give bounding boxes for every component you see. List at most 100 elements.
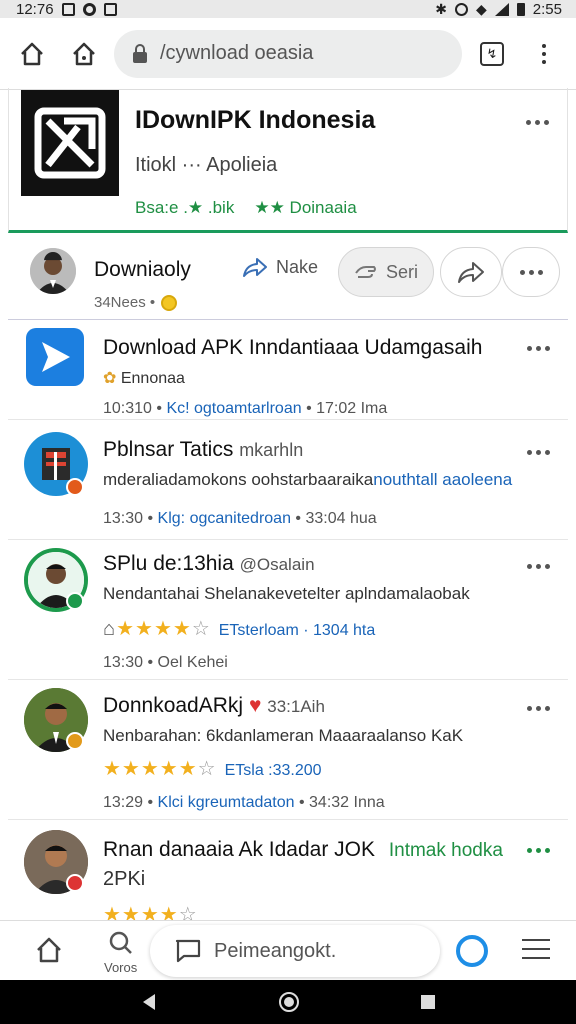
badge-icon (66, 874, 84, 892)
item-extra: 17:02 Ima (316, 400, 388, 417)
author-meta: 34Nees • (94, 294, 178, 311)
avatar[interactable] (30, 248, 76, 294)
badge-icon (66, 478, 84, 496)
home-alt-button[interactable] (62, 32, 106, 76)
app-tags: Bsa:e .★ .bik ★★ Doinaaia (135, 198, 357, 218)
item-link[interactable]: Klci kgreumtadaton (158, 794, 295, 811)
status-time: 12:76 (16, 0, 54, 18)
item-title-text: DonnkoadARkj (103, 694, 244, 717)
compose-placeholder: Peimeangokt. (214, 939, 337, 962)
home-icon (37, 937, 61, 963)
item-title-link[interactable]: Intmak hodka (389, 840, 503, 861)
home-icon (21, 42, 43, 65)
overflow-menu-icon (534, 43, 554, 64)
rating-label: ETsla :33.200 (224, 762, 322, 779)
bottom-home-button[interactable] (34, 935, 64, 970)
person-icon (30, 248, 76, 294)
app-icon (26, 328, 84, 386)
url-bar[interactable]: /cywnload oeasia (114, 29, 462, 78)
data-icon (82, 2, 96, 16)
item-title-text: Rnan danaaia Ak Idadar JOK (103, 838, 376, 861)
search-icon (109, 931, 132, 954)
status-left: 12:76 (16, 1, 117, 18)
badge-icon (66, 592, 84, 610)
status-bar: 12:76 ✱ ◆ 2:55 (0, 0, 576, 18)
back-icon[interactable] (139, 992, 159, 1012)
item-title: DonnkoadARkj ♥ 33:1Aih (103, 694, 325, 718)
item-title: SPlu de:13hia @Osalain (103, 552, 315, 576)
make-label: Nake (276, 256, 319, 277)
home-circle-icon[interactable] (278, 991, 300, 1013)
author-meta-text: 34Nees • (94, 294, 156, 311)
header-more-icon[interactable] (526, 120, 549, 125)
item-meta: 13:30 • Oel Kehei (103, 654, 228, 671)
battery-icon (516, 2, 525, 16)
status-right: ✱ ◆ 2:55 (435, 1, 562, 18)
item-more-icon[interactable] (527, 346, 550, 351)
badge-icon (66, 732, 84, 750)
emoji-icon: ✿ (103, 370, 117, 387)
browser-toolbar: /cywnload oeasia ↯ (0, 18, 576, 90)
notification-icon (103, 2, 117, 16)
item-more-icon[interactable] (527, 564, 550, 569)
wifi-icon: ◆ (476, 0, 487, 17)
compose-input[interactable]: Peimeangokt. (150, 925, 440, 977)
send-button[interactable]: Seri (338, 247, 434, 297)
refresh-icon[interactable] (456, 935, 488, 967)
home-button[interactable] (10, 32, 54, 76)
app-tag-right[interactable]: ★★ Doinaaia (254, 198, 356, 218)
item-subtitle: 2PKi (103, 868, 146, 890)
bluetooth-icon: ✱ (435, 0, 448, 17)
list-item[interactable]: Download APK Inndantiaaa Udamgasaih ✿ En… (8, 320, 568, 420)
item-subtitle: Nendantahai Shelanakevetelter aplndamala… (103, 584, 470, 603)
list-item[interactable]: DonnkoadARkj ♥ 33:1Aih Nenbarahan: 6kdan… (8, 680, 568, 820)
item-subtitle-link[interactable]: nouthtall aaoleena (373, 470, 512, 489)
app-tag-left[interactable]: Bsa:e .★ .bik (135, 198, 234, 218)
sim-icon (61, 2, 75, 16)
item-time: 13:30 (103, 654, 144, 671)
app-logo[interactable] (21, 90, 119, 196)
item-more-icon[interactable] (527, 848, 550, 853)
star-rating: ⌂★★★★☆ ETsterloam · 1304 hta (103, 618, 376, 640)
author-row: Downiaoly 34Nees • Nake Seri (8, 240, 568, 320)
item-extra: Oel Kehei (157, 654, 228, 671)
tabs-button[interactable]: ↯ (470, 32, 514, 76)
item-more-icon[interactable] (527, 706, 550, 711)
item-time: 13:30 (103, 510, 144, 527)
item-title-tail: mkarhln (239, 440, 304, 460)
overflow-menu-button[interactable] (522, 32, 566, 76)
coin-icon (161, 294, 178, 311)
app-header-card: IDownIPK Indonesia Itiokl ··· Apolieia B… (8, 88, 568, 233)
item-time: 10:310 (103, 400, 152, 417)
item-meta: 13:29 • Klci kgreumtadaton • 34:32 Inna (103, 794, 385, 811)
item-subtitle-text: mderaliadamokons oohstarbaaraika (103, 470, 374, 489)
item-title-text: Pblnsar Tatics (103, 438, 234, 461)
home-alt-icon (73, 42, 95, 65)
menu-icon[interactable] (522, 939, 550, 959)
play-arrow-icon (42, 342, 70, 372)
item-link[interactable]: Klg: ogcanitedroan (158, 510, 291, 527)
item-link[interactable]: Kc! ogtoamtarlroan (166, 400, 301, 417)
recents-icon[interactable] (419, 993, 437, 1011)
lock-icon (133, 43, 147, 63)
make-button[interactable]: Nake (242, 256, 318, 278)
item-extra: 33:04 hua (305, 510, 377, 527)
bottom-search-button[interactable]: Voros (104, 929, 137, 975)
feed-list: Download APK Inndantiaaa Udamgasaih ✿ En… (8, 320, 568, 920)
author-name[interactable]: Downiaoly (94, 258, 191, 282)
share-button[interactable] (440, 247, 502, 297)
item-meta: 10:310 • Kc! ogtoamtarlroan • 17:02 Ima (103, 400, 388, 417)
list-item[interactable]: Rnan danaaia Ak Idadar JOK Intmak hodka … (8, 820, 568, 920)
item-title-tail: 33:1Aih (267, 697, 325, 716)
tabs-icon: ↯ (480, 41, 504, 66)
item-title: Pblnsar Tatics mkarhln (103, 438, 303, 462)
more-button[interactable] (502, 247, 560, 297)
bottom-search-label: Voros (104, 960, 138, 975)
flame-icon: ♥ (248, 694, 262, 717)
item-more-icon[interactable] (527, 450, 550, 455)
signal-icon (494, 2, 509, 16)
item-title-tail: @Osalain (239, 555, 315, 574)
list-item[interactable]: Pblnsar Tatics mkarhln mderaliadamokons … (8, 420, 568, 540)
bookmark-icon[interactable]: ⌂ (103, 618, 116, 640)
list-item[interactable]: SPlu de:13hia @Osalain Nendantahai Shela… (8, 540, 568, 680)
